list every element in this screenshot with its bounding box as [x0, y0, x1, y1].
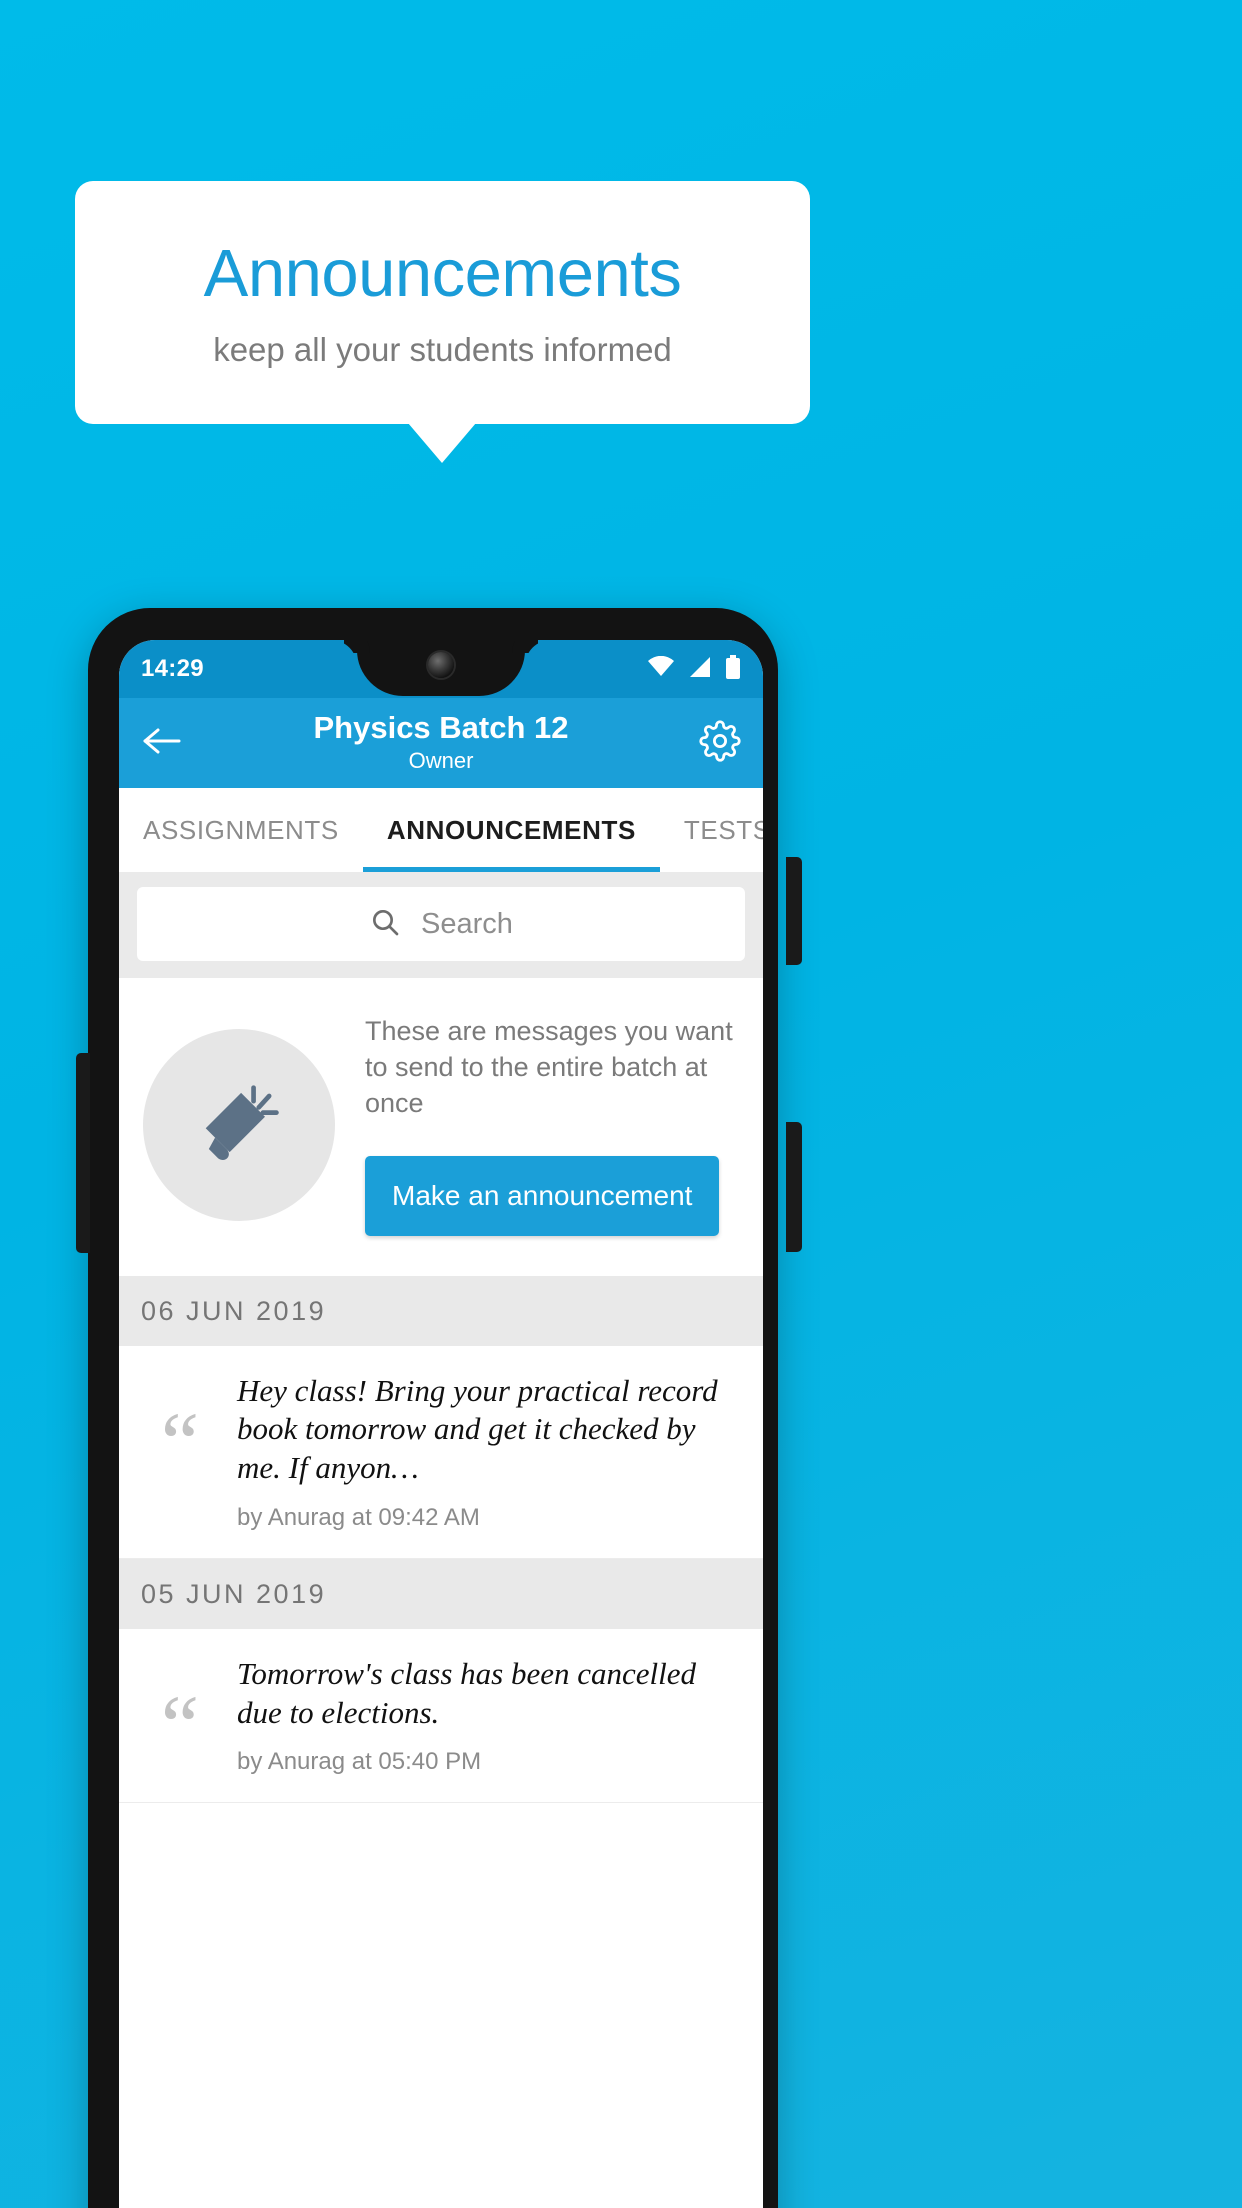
wifi-icon	[647, 655, 675, 683]
announcement-list-item[interactable]: “ Tomorrow's class has been cancelled du…	[119, 1628, 763, 1804]
announcement-text: Hey class! Bring your practical record b…	[237, 1372, 718, 1486]
phone-notch	[357, 640, 525, 696]
tab-bar: ASSIGNMENTS ANNOUNCEMENTS TESTS ’	[119, 788, 763, 872]
phone-side-button-left[interactable]	[76, 1053, 90, 1253]
announcement-meta: by Anurag at 05:40 PM	[237, 1748, 482, 1776]
promo-stage: Announcements keep all your students inf…	[0, 0, 1242, 2208]
tab-tests[interactable]: TESTS	[660, 788, 763, 872]
megaphone-icon-container	[143, 1028, 335, 1221]
quote-mark-icon: “	[160, 1393, 200, 1490]
promo-bubble: Announcements keep all your students inf…	[75, 181, 810, 424]
status-bar: 14:29	[119, 640, 763, 698]
make-announcement-button[interactable]: Make an announcement	[365, 1155, 720, 1236]
status-time: 14:29	[141, 655, 204, 682]
announcement-promo-content: These are messages you want to send to t…	[365, 1014, 739, 1236]
page-subtitle: Owner	[408, 748, 474, 774]
phone-screen: 14:29 Physics Batch 12 Owner ASSIGNMENTS…	[119, 640, 763, 2208]
back-arrow-icon[interactable]	[141, 725, 181, 762]
announcement-list-item[interactable]: “ Hey class! Bring your practical record…	[119, 1345, 763, 1559]
announcement-promo-card: These are messages you want to send to t…	[119, 978, 763, 1276]
search-input[interactable]: Search	[137, 887, 745, 961]
quote-mark-icon: “	[160, 1676, 200, 1773]
announcement-promo-description: These are messages you want to send to t…	[365, 1016, 733, 1118]
battery-icon	[725, 654, 741, 684]
promo-subtitle: keep all your students informed	[213, 330, 672, 368]
promo-bubble-tail	[408, 423, 476, 463]
announcement-meta: by Anurag at 09:42 AM	[237, 1503, 480, 1531]
search-icon	[369, 906, 401, 943]
megaphone-icon	[187, 1070, 291, 1179]
announcement-body: Tomorrow's class has been cancelled due …	[237, 1655, 741, 1777]
announcement-text: Tomorrow's class has been cancelled due …	[237, 1655, 696, 1730]
gear-icon[interactable]	[699, 719, 741, 767]
phone-volume-button[interactable]	[786, 1122, 802, 1252]
search-section: Search	[119, 872, 763, 978]
tab-assignments[interactable]: ASSIGNMENTS	[119, 788, 363, 872]
front-camera	[428, 652, 454, 678]
promo-title: Announcements	[203, 235, 682, 311]
signal-icon	[688, 656, 712, 683]
announcement-body: Hey class! Bring your practical record b…	[237, 1372, 741, 1532]
date-header: 06 JUN 2019	[119, 1275, 763, 1346]
app-bar: Physics Batch 12 Owner	[119, 698, 763, 788]
date-header: 05 JUN 2019	[119, 1558, 763, 1629]
status-icons	[647, 654, 741, 684]
page-title: Physics Batch 12	[313, 710, 569, 746]
phone-power-button[interactable]	[786, 857, 802, 965]
search-placeholder: Search	[421, 907, 513, 940]
tab-announcements[interactable]: ANNOUNCEMENTS	[362, 788, 660, 872]
app-bar-titles: Physics Batch 12 Owner	[119, 711, 763, 774]
